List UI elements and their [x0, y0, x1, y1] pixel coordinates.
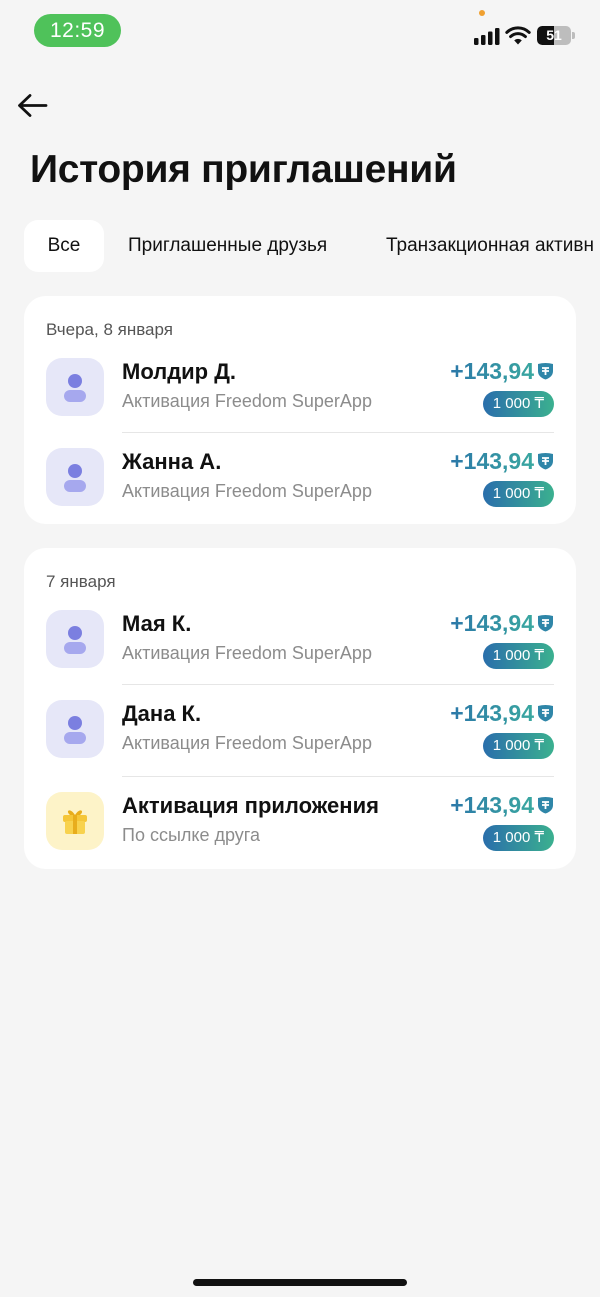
amount-badge: 1 000 ₸ — [482, 733, 554, 759]
history-item[interactable]: Дана К. Активация Freedom SuperApp +143,… — [24, 684, 576, 776]
item-name: Молдир Д. — [122, 359, 237, 384]
item-subtitle: Активация Freedom SuperApp — [122, 643, 372, 663]
battery-percent: 51 — [546, 27, 562, 43]
item-name: Жанна А. — [122, 449, 222, 474]
wifi-icon — [505, 26, 531, 45]
group-date: Вчера, 8 января — [46, 320, 173, 339]
item-name: Дана К. — [122, 701, 202, 726]
avatar — [46, 700, 104, 758]
item-subtitle: Активация Freedom SuperApp — [122, 481, 372, 501]
avatar — [46, 792, 104, 850]
home-indicator[interactable] — [193, 1279, 407, 1286]
amount-badge: 1 000 ₸ — [482, 481, 554, 507]
avatar — [46, 448, 104, 506]
history-group-card: 7 января Мая К. Активация Freedom SuperA… — [24, 548, 576, 869]
history-item[interactable]: Жанна А. Активация Freedom SuperApp +143… — [24, 432, 576, 524]
status-time: 12:59 — [34, 14, 121, 47]
group-date: 7 января — [46, 572, 116, 591]
divider — [122, 432, 554, 433]
divider — [122, 684, 554, 685]
item-name: Активация приложения — [122, 793, 379, 818]
signal-icon — [474, 28, 500, 45]
user-icon — [64, 626, 86, 654]
avatar — [46, 610, 104, 668]
history-item[interactable]: Активация приложения По ссылке друга +14… — [24, 776, 576, 868]
page-title: История приглашений — [30, 148, 457, 191]
gift-icon — [63, 810, 87, 834]
bonus-coin-icon — [538, 363, 553, 380]
tab-all[interactable]: Все — [24, 220, 104, 272]
item-subtitle: Активация Freedom SuperApp — [122, 391, 372, 411]
bonus-coin-icon — [538, 797, 553, 814]
item-subtitle: По ссылке друга — [122, 825, 260, 845]
arrow-left-icon — [18, 94, 48, 117]
history-item[interactable]: Мая К. Активация Freedom SuperApp +143,9… — [24, 594, 576, 686]
bonus-coin-icon — [538, 615, 553, 632]
bonus-amount: +143,94 — [450, 610, 534, 636]
avatar — [46, 358, 104, 416]
amount-badge: 1 000 ₸ — [482, 825, 554, 851]
bonus-amount: +143,94 — [450, 792, 534, 818]
battery-icon: 51 — [537, 26, 575, 45]
bonus-amount: +143,94 — [450, 700, 534, 726]
history-item[interactable]: Молдир Д. Активация Freedom SuperApp +14… — [24, 342, 576, 434]
amount-badge: 1 000 ₸ — [482, 643, 554, 669]
privacy-indicator-dot — [479, 10, 485, 16]
bonus-amount: +143,94 — [450, 448, 534, 474]
item-subtitle: Активация Freedom SuperApp — [122, 733, 372, 753]
divider — [122, 776, 554, 777]
user-icon — [64, 374, 86, 402]
amount-badge: 1 000 ₸ — [482, 391, 554, 417]
item-name: Мая К. — [122, 611, 192, 636]
bonus-coin-icon — [538, 705, 553, 722]
history-group-card: Вчера, 8 января Молдир Д. Активация Free… — [24, 296, 576, 524]
tab-transaction-activity[interactable]: Транзакционная активн — [386, 220, 594, 272]
filter-tabs: Все Приглашенные друзья Транзакционная а… — [24, 220, 600, 272]
back-button[interactable] — [14, 88, 50, 124]
user-icon — [64, 464, 86, 492]
bonus-amount: +143,94 — [450, 358, 534, 384]
user-icon — [64, 716, 86, 744]
bonus-coin-icon — [538, 453, 553, 470]
tab-invited-friends[interactable]: Приглашенные друзья — [128, 220, 327, 272]
status-bar: 12:59 51 — [0, 0, 600, 60]
